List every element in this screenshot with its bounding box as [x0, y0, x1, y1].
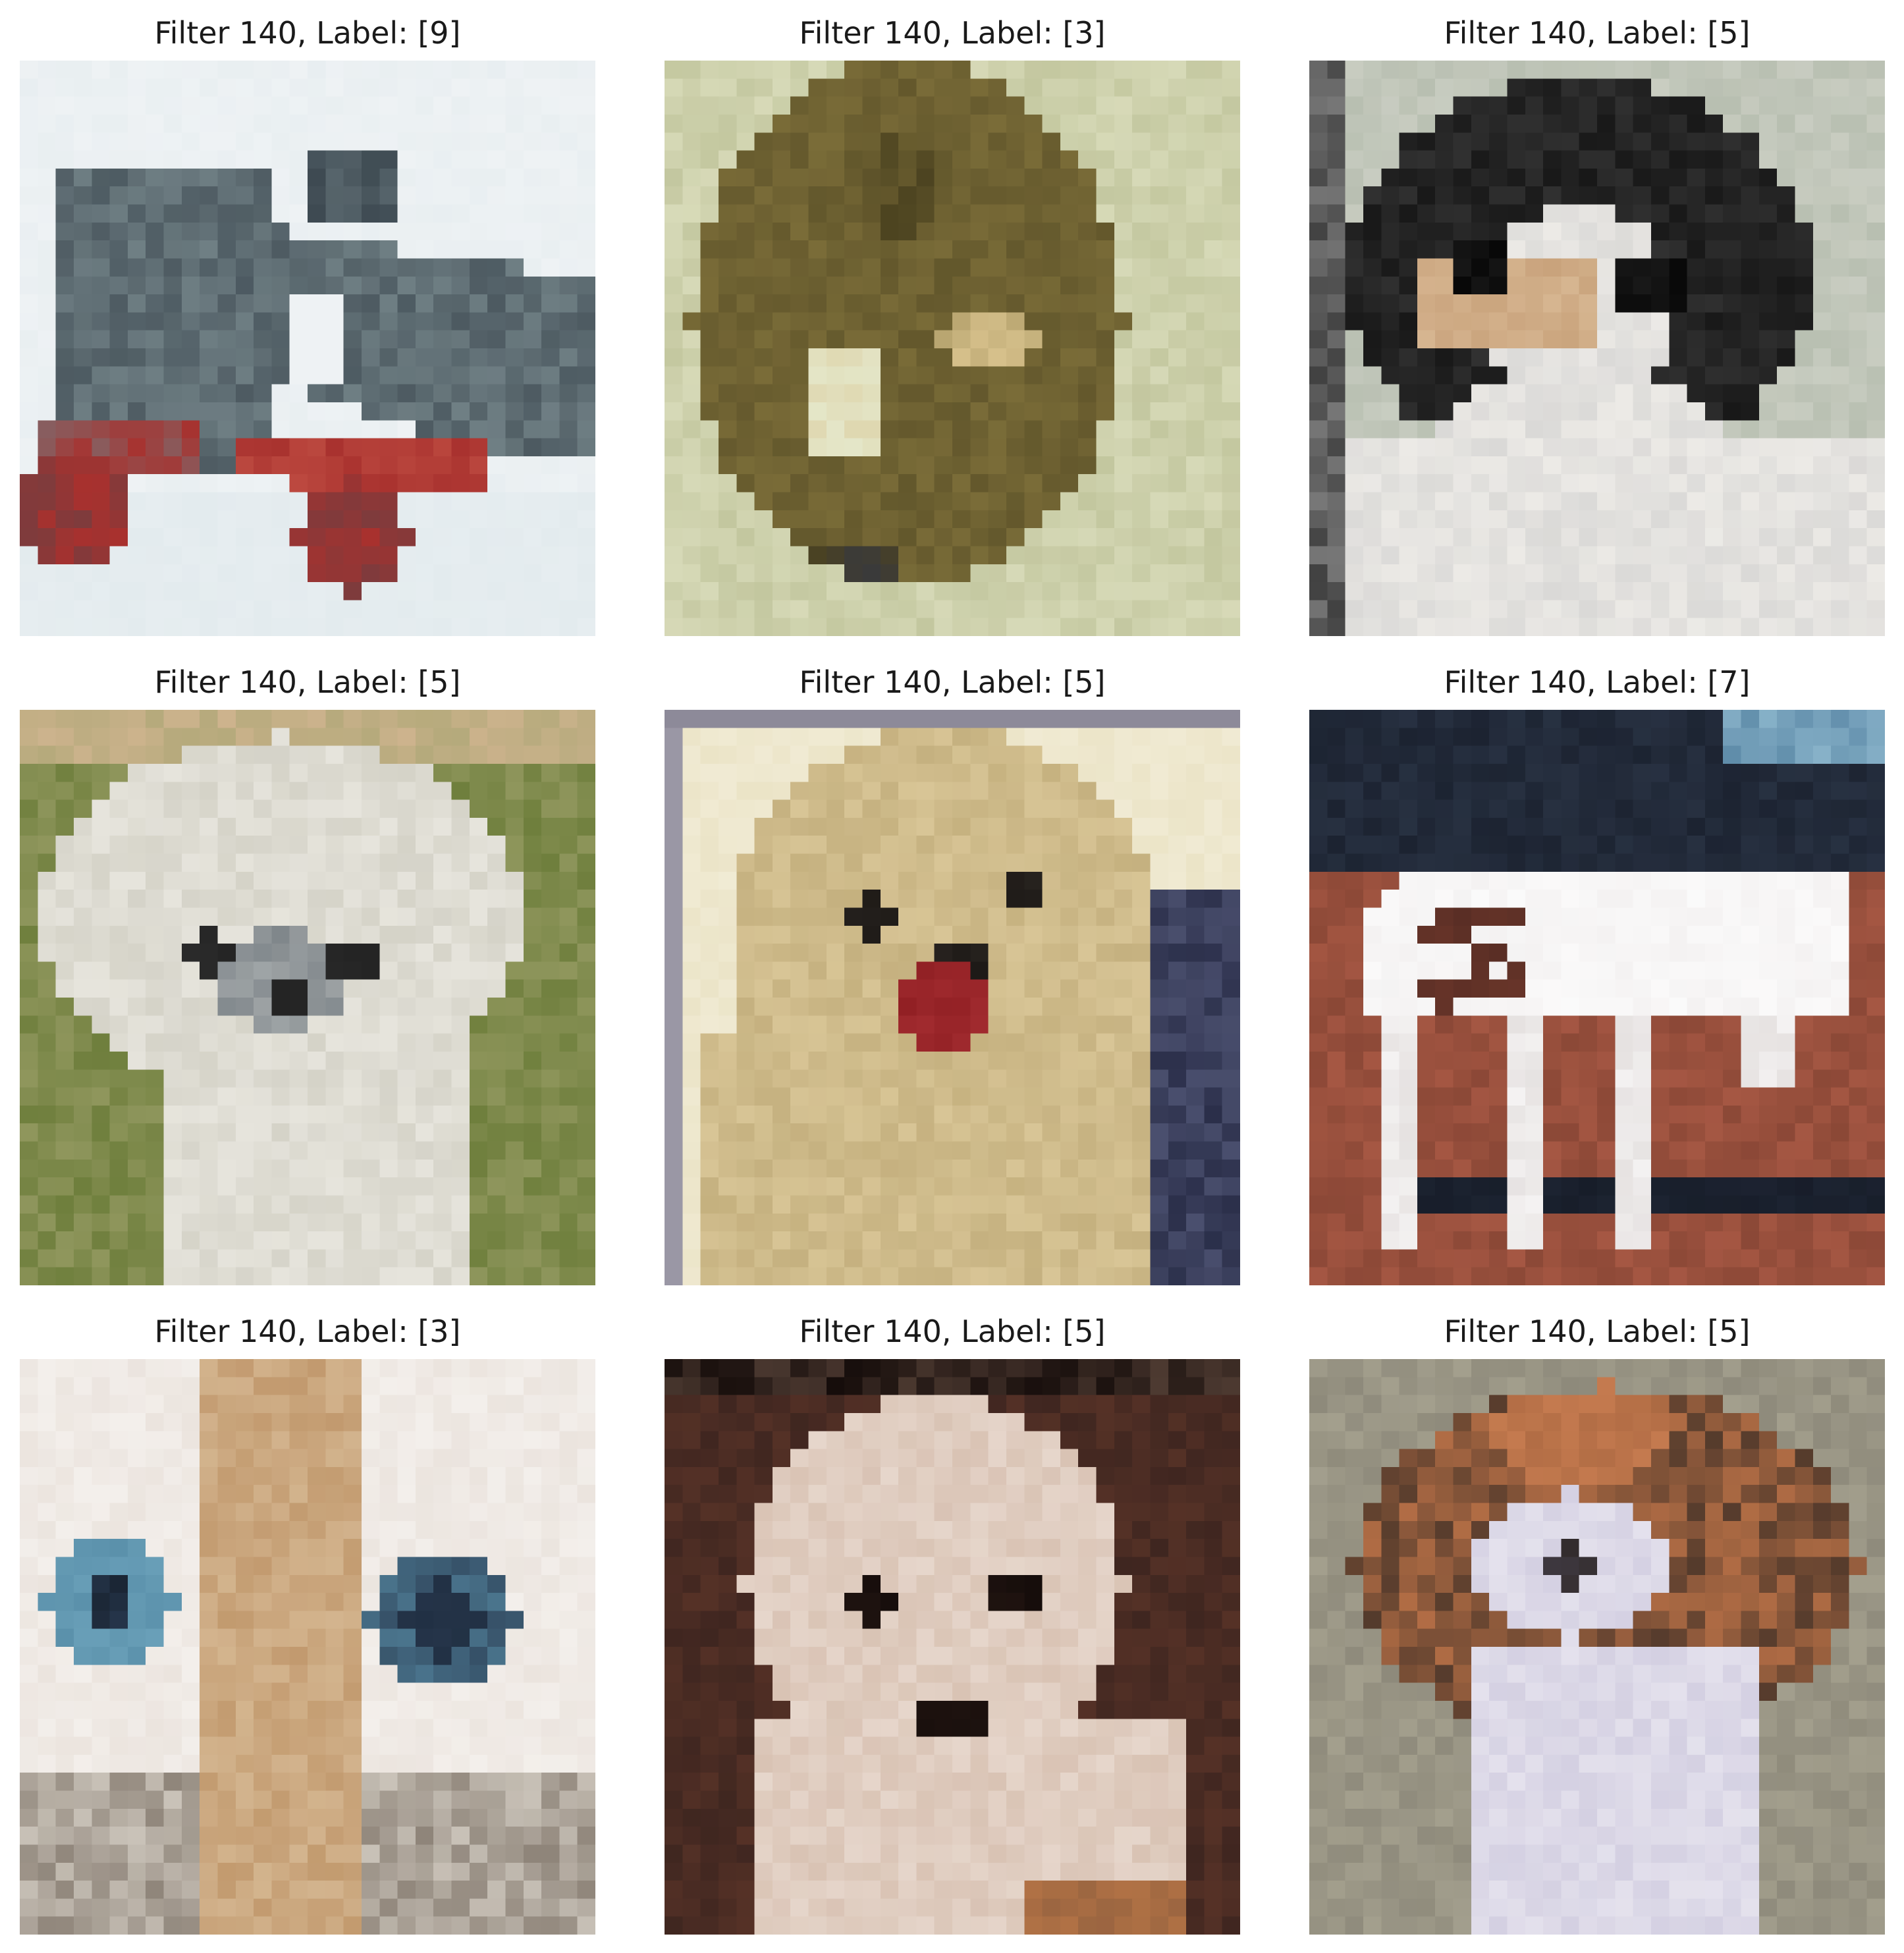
cat-image [20, 1359, 595, 1935]
horse-image [1309, 710, 1885, 1285]
truck-image [20, 61, 595, 636]
puppy-image [665, 710, 1240, 1285]
panel-3: Filter 140, Label: [5] [1309, 0, 1885, 649]
panel-title: Filter 140, Label: [5] [799, 664, 1106, 700]
dog-image [1309, 61, 1885, 636]
dog-image [1309, 1359, 1885, 1935]
panel-image [20, 61, 595, 636]
panel-6: Filter 140, Label: [7] [1309, 649, 1885, 1298]
panel-image [1309, 710, 1885, 1285]
panel-image [1309, 1359, 1885, 1935]
puppy-image [665, 1359, 1240, 1935]
panel-image [665, 61, 1240, 636]
panel-5: Filter 140, Label: [5] [665, 649, 1240, 1298]
panel-image [665, 710, 1240, 1285]
panel-title: Filter 140, Label: [7] [1444, 664, 1751, 700]
panel-9: Filter 140, Label: [5] [1309, 1298, 1885, 1948]
panel-image [20, 1359, 595, 1935]
dog-image [20, 710, 595, 1285]
cat-image [665, 61, 1240, 636]
panel-title: Filter 140, Label: [3] [799, 15, 1106, 51]
panel-image [1309, 61, 1885, 636]
panel-title: Filter 140, Label: [5] [799, 1314, 1106, 1349]
panel-title: Filter 140, Label: [5] [1444, 1314, 1751, 1349]
panel-4: Filter 140, Label: [5] [20, 649, 595, 1298]
panel-image [20, 710, 595, 1285]
panel-1: Filter 140, Label: [9] [20, 0, 595, 649]
panel-title: Filter 140, Label: [3] [154, 1314, 461, 1349]
panel-title: Filter 140, Label: [9] [154, 15, 461, 51]
panel-8: Filter 140, Label: [5] [665, 1298, 1240, 1948]
panel-image [665, 1359, 1240, 1935]
panel-2: Filter 140, Label: [3] [665, 0, 1240, 649]
panel-7: Filter 140, Label: [3] [20, 1298, 595, 1948]
panel-title: Filter 140, Label: [5] [154, 664, 461, 700]
panel-title: Filter 140, Label: [5] [1444, 15, 1751, 51]
